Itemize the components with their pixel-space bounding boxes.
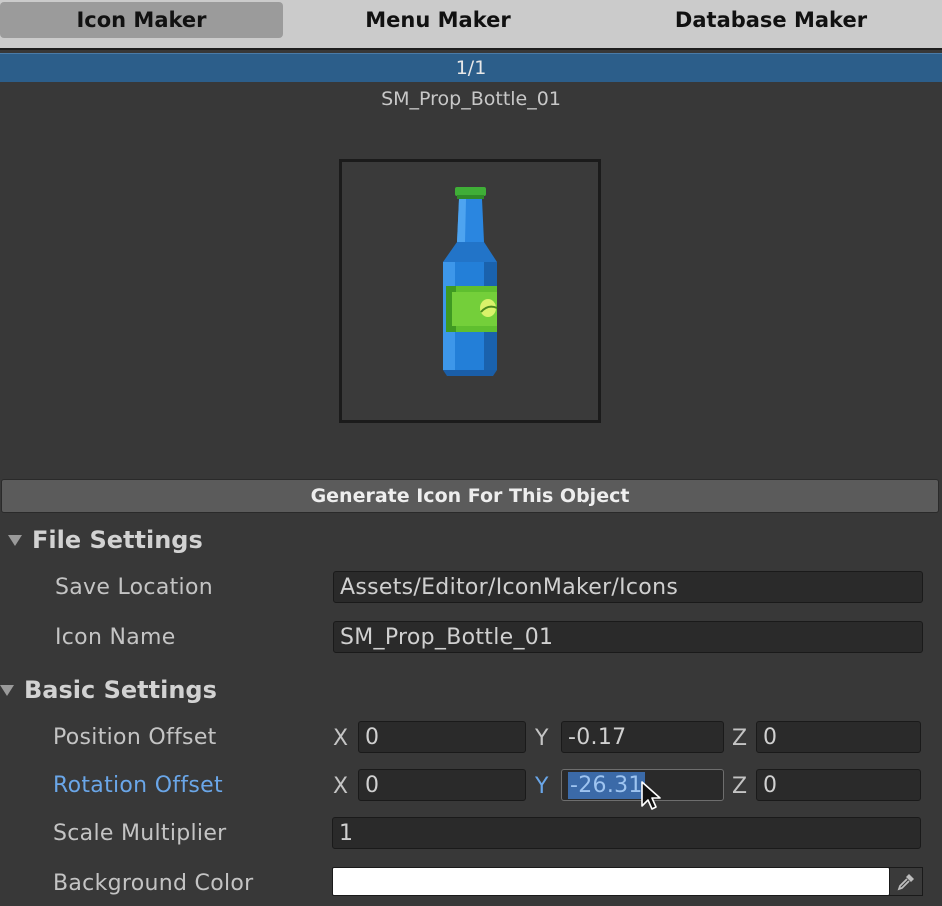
- background-color-swatch[interactable]: [332, 867, 890, 896]
- save-location-label: Save Location: [55, 575, 213, 600]
- rotation-y-label: Y: [535, 774, 549, 799]
- basic-settings-foldout[interactable]: Basic Settings: [0, 676, 217, 704]
- rotation-z-label: Z: [732, 774, 748, 799]
- tab-database-maker[interactable]: Database Maker: [600, 2, 942, 38]
- save-location-field[interactable]: Assets/Editor/IconMaker/Icons: [333, 571, 923, 603]
- page-indicator: 1/1: [455, 57, 487, 79]
- scale-multiplier-label: Scale Multiplier: [53, 821, 227, 846]
- file-settings-foldout[interactable]: File Settings: [8, 526, 203, 554]
- position-y-label: Y: [535, 726, 549, 751]
- position-offset-label: Position Offset: [53, 725, 217, 750]
- background-color-label: Background Color: [53, 871, 254, 896]
- eyedropper-icon: [897, 873, 914, 890]
- basic-settings-title: Basic Settings: [24, 676, 217, 704]
- icon-name-field[interactable]: SM_Prop_Bottle_01: [333, 621, 923, 653]
- rotation-y-selected-text: -26.31: [568, 771, 645, 799]
- position-z-label: Z: [732, 726, 748, 751]
- icon-name-label: Icon Name: [55, 625, 176, 650]
- rotation-x-label: X: [333, 774, 349, 799]
- file-settings-title: File Settings: [32, 526, 203, 554]
- object-name: SM_Prop_Bottle_01: [381, 88, 561, 110]
- mouse-cursor-icon: [641, 781, 661, 810]
- generate-icon-button[interactable]: Generate Icon For This Object: [1, 479, 939, 513]
- foldout-triangle-icon: [8, 534, 22, 546]
- rotation-x-field[interactable]: 0: [358, 769, 526, 801]
- position-z-field[interactable]: 0: [756, 721, 921, 753]
- tab-icon-maker[interactable]: Icon Maker: [0, 2, 283, 38]
- bottle-preview-image: [443, 187, 498, 376]
- tab-bar: Icon Maker Menu Maker Database Maker: [0, 0, 942, 50]
- icon-preview: [339, 159, 601, 423]
- tab-menu-maker[interactable]: Menu Maker: [296, 2, 580, 38]
- position-y-field[interactable]: -0.17: [561, 721, 724, 753]
- page-indicator-bar: 1/1: [0, 53, 942, 82]
- eyedropper-button[interactable]: [889, 867, 923, 896]
- foldout-triangle-icon: [0, 684, 14, 696]
- position-x-field[interactable]: 0: [358, 721, 526, 753]
- rotation-z-field[interactable]: 0: [756, 769, 921, 801]
- position-x-label: X: [333, 726, 349, 751]
- rotation-offset-label: Rotation Offset: [53, 773, 223, 798]
- scale-multiplier-field[interactable]: 1: [332, 817, 921, 849]
